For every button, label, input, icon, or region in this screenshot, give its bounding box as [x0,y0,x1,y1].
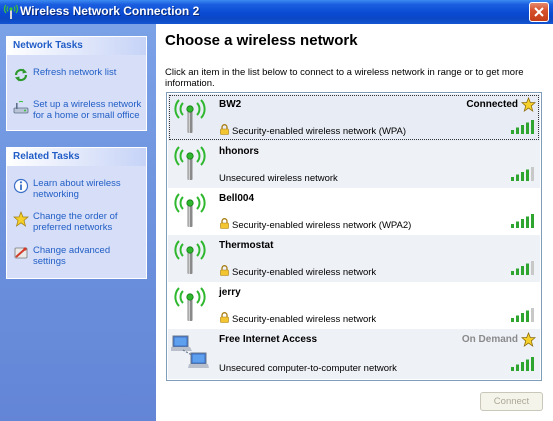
window-title: Wireless Network Connection 2 [20,4,200,18]
lock-icon [220,124,229,135]
security-type: Security-enabled wireless network [232,267,377,278]
network-list[interactable]: BW2 Connected Security-enabled wireless … [166,92,542,381]
signal-strength-icon [511,214,534,228]
signal-strength-icon [511,261,534,275]
network-item-jerry[interactable]: jerry Security-enabled wireless network [168,282,540,329]
computer-to-computer-icon [171,335,209,368]
network-name: BW2 [219,99,242,110]
wireless-antenna-icon [174,193,206,227]
network-name: Bell004 [219,193,255,204]
network-tasks-panel: Network Tasks Refresh network list Set u… [6,36,147,131]
star-icon [13,211,29,227]
instructions-text: Click an item in the list below to conne… [165,67,524,89]
signal-strength-icon [511,120,534,134]
wireless-setup-icon [13,100,29,114]
network-item-hhonors[interactable]: hhonors Unsecured wireless network [168,141,540,188]
connect-button[interactable]: Connect [480,392,543,411]
connection-status: On Demand [461,334,518,345]
info-icon [13,178,29,194]
task-sidebar: Network Tasks Refresh network list Set u… [0,24,156,421]
title-bar[interactable]: Wireless Network Connection 2 [0,0,553,24]
refresh-network-list-label: Refresh network list [33,67,117,78]
setup-wireless-network-link[interactable]: Set up a wireless network for a home or … [13,99,145,121]
lock-icon [220,218,229,229]
network-item-bw2[interactable]: BW2 Connected Security-enabled wireless … [168,94,540,141]
wireless-antenna-icon [174,146,206,180]
page-title: Choose a wireless network [165,32,358,49]
network-item-bell004[interactable]: Bell004 Security-enabled wireless networ… [168,188,540,235]
security-type: Security-enabled wireless network [232,314,377,325]
preferred-star-icon [521,332,536,347]
signal-strength-icon [511,167,534,181]
close-icon [534,7,544,17]
connection-status: Connected [466,99,518,110]
learn-about-wireless-label: Learn about wireless networking [33,178,121,200]
refresh-icon [14,68,28,82]
network-name: jerry [219,287,241,298]
wireless-antenna-icon [174,240,206,274]
main-content: Choose a wireless network Click an item … [156,24,553,421]
signal-strength-icon [511,308,534,322]
network-name: hhonors [219,146,259,157]
network-name: Thermostat [219,240,274,251]
preferred-star-icon [521,97,536,112]
wireless-connection-icon [3,4,19,19]
change-network-order-label: Change the order of preferred networks [33,211,118,233]
change-advanced-settings-link[interactable]: Change advanced settings [13,245,145,267]
setup-wireless-network-label: Set up a wireless network for a home or … [33,99,142,121]
wireless-antenna-icon [174,287,206,321]
close-button[interactable] [529,2,549,22]
security-type: Security-enabled wireless network (WPA2) [232,220,412,231]
lock-icon [220,265,229,276]
security-type: Security-enabled wireless network (WPA) [232,126,407,137]
learn-about-wireless-link[interactable]: Learn about wireless networking [13,178,145,200]
signal-strength-icon [511,357,534,371]
security-type: Unsecured wireless network [219,173,338,184]
security-type: Unsecured computer-to-computer network [219,363,397,374]
network-name: Free Internet Access [219,334,318,345]
wireless-network-window: Wireless Network Connection 2 Network Ta… [0,0,553,421]
network-item-free-internet-access[interactable]: Free Internet Access On Demand Unsecured… [168,329,540,379]
change-network-order-link[interactable]: Change the order of preferred networks [13,211,145,233]
wireless-antenna-icon [174,99,206,133]
refresh-network-list-link[interactable]: Refresh network list [13,67,145,83]
lock-icon [220,312,229,323]
change-advanced-settings-label: Change advanced settings [33,245,111,267]
related-tasks-header: Related Tasks [7,148,146,166]
related-tasks-panel: Related Tasks Learn about wireless netwo… [6,147,147,279]
network-item-thermostat[interactable]: Thermostat Security-enabled wireless net… [168,235,540,282]
settings-icon [14,247,28,259]
network-tasks-header: Network Tasks [7,37,146,55]
